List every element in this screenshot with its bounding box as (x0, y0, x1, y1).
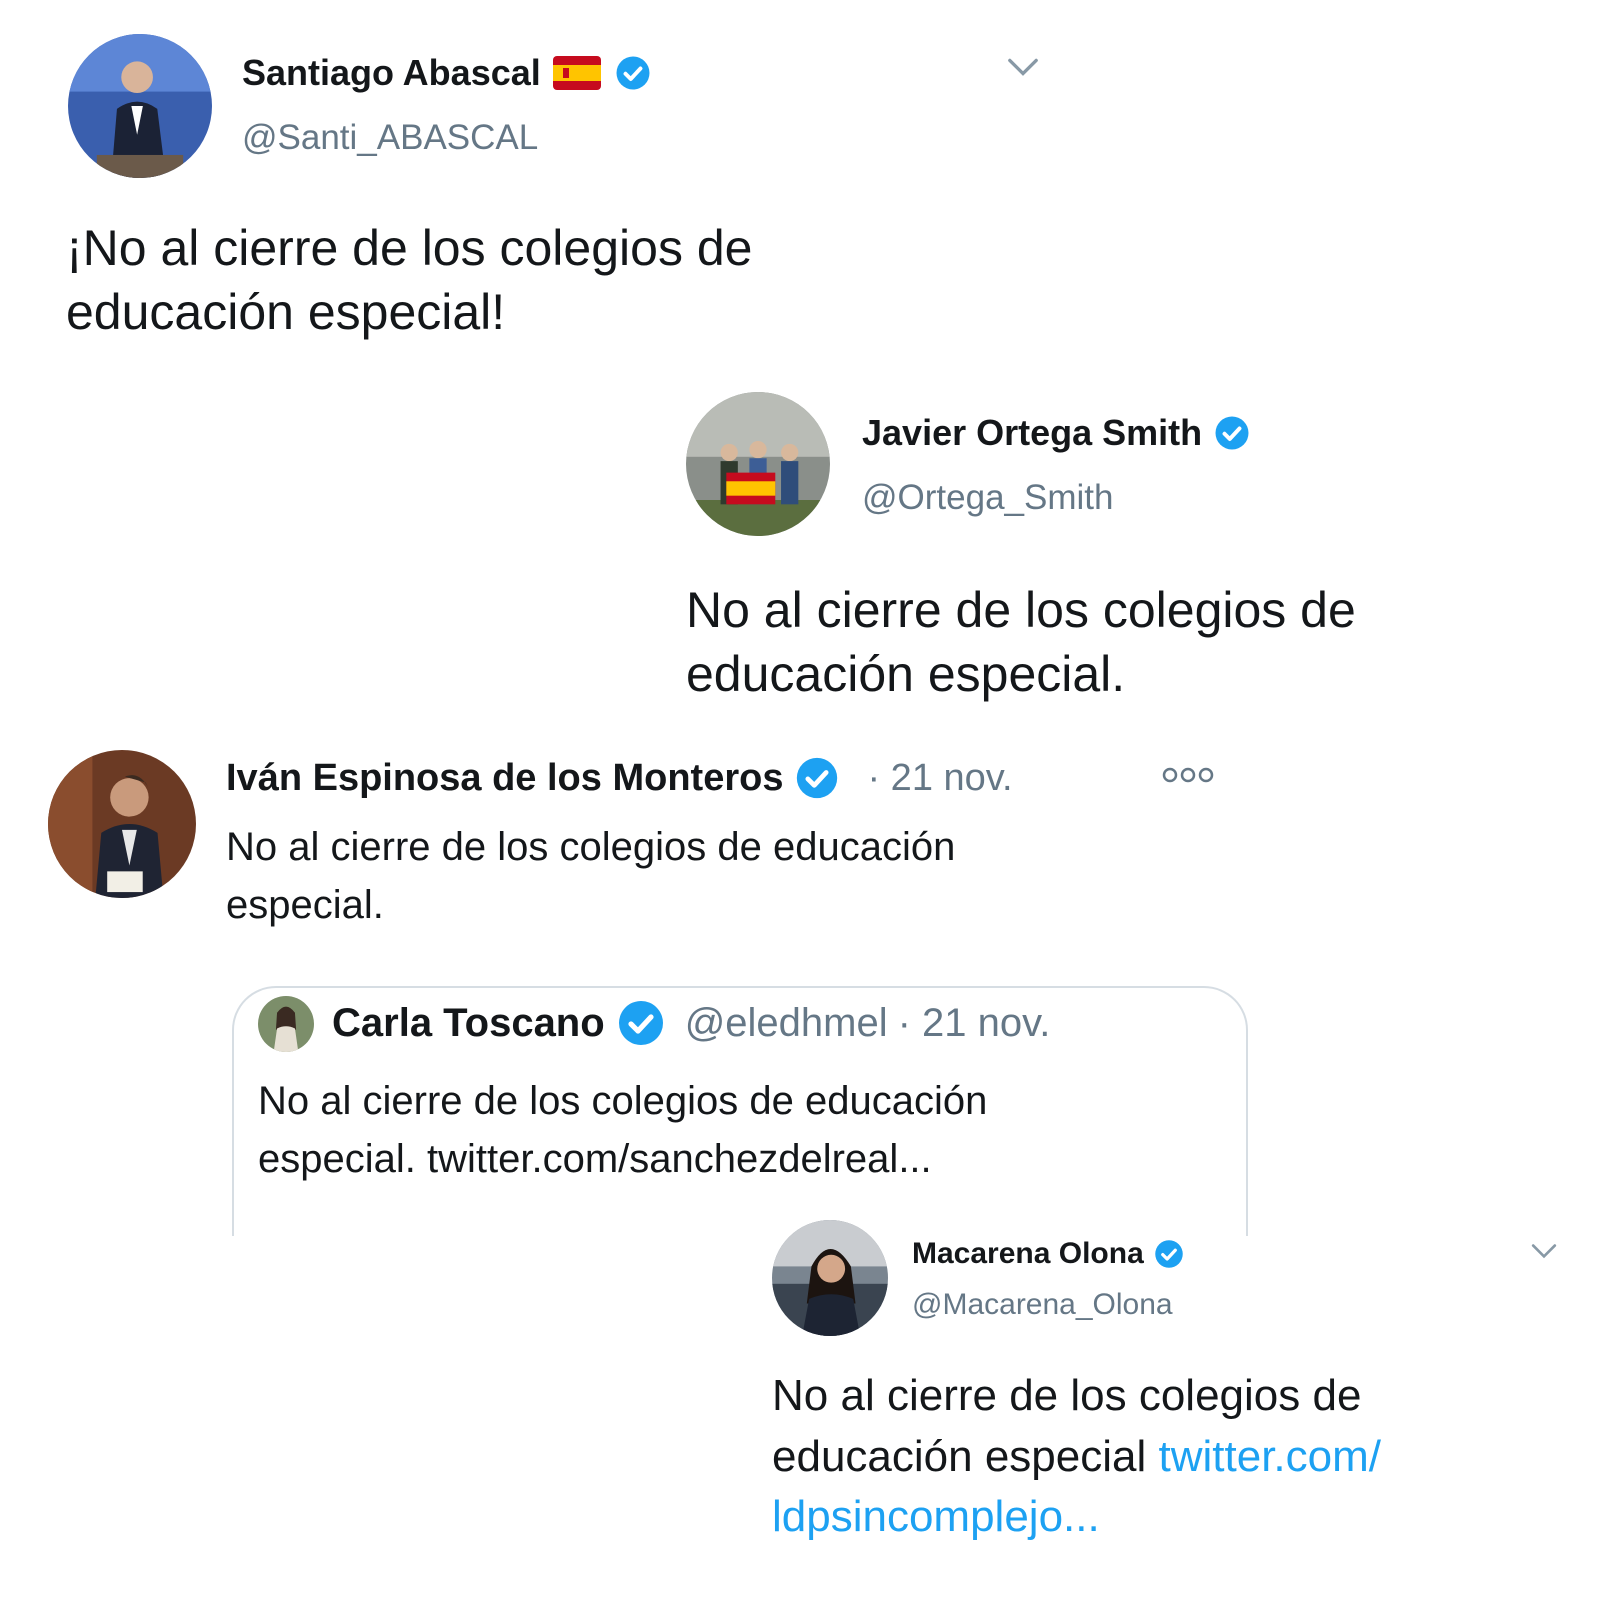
verified-badge-icon (1154, 1239, 1184, 1269)
more-options-icon[interactable] (1162, 766, 1214, 789)
avatar[interactable] (68, 34, 212, 178)
avatar[interactable] (48, 750, 196, 898)
tweet-text: No al cierre de los colegios de educació… (686, 582, 1356, 702)
verified-badge-icon (1214, 415, 1250, 451)
tweet-text: No al cierre de los colegios de educació… (226, 825, 956, 927)
tweet-text: ¡No al cierre de los colegios de educaci… (66, 220, 753, 340)
chevron-down-icon[interactable] (1006, 56, 1040, 83)
author-handle[interactable]: @Ortega_Smith (862, 478, 1113, 518)
verified-badge-icon (795, 756, 839, 800)
author-name[interactable]: Iván Espinosa de los Monteros (226, 757, 783, 800)
tweet-text: No al cierre de los colegios de educació… (772, 1366, 1472, 1548)
author-handle[interactable]: @Santi_ABASCAL (242, 118, 538, 158)
tweet-date[interactable]: · 21 nov. (867, 757, 1012, 800)
quoted-tweet-text: No al cierre de los colegios de educació… (258, 1079, 988, 1181)
avatar[interactable] (772, 1220, 888, 1336)
spain-flag-icon (552, 56, 601, 90)
author-handle[interactable]: @Macarena_Olona (912, 1288, 1173, 1322)
author-name[interactable]: Javier Ortega Smith (862, 412, 1202, 454)
quoted-tweet-date[interactable]: · 21 nov. (898, 1001, 1051, 1046)
verified-badge-icon (615, 55, 651, 91)
avatar[interactable] (686, 392, 830, 536)
author-name[interactable]: Macarena Olona (912, 1237, 1144, 1271)
verified-badge-icon (617, 999, 665, 1047)
quoted-author-handle[interactable]: @eledhmel (685, 1001, 888, 1046)
author-name[interactable]: Santiago Abascal (242, 52, 541, 94)
quoted-author-name[interactable]: Carla Toscano (332, 1001, 605, 1046)
avatar[interactable] (258, 996, 314, 1052)
chevron-down-icon[interactable] (1530, 1242, 1558, 1265)
